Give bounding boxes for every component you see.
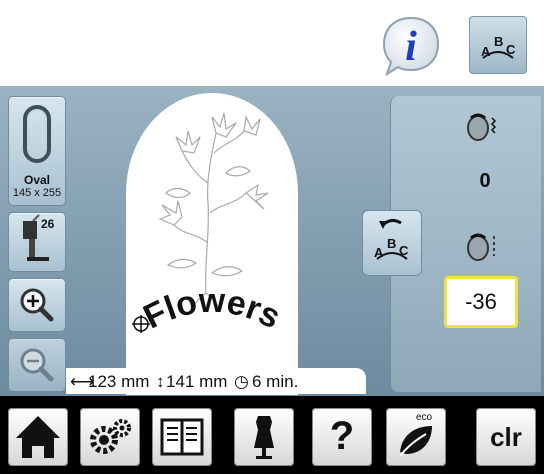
settings-button[interactable] <box>80 408 140 466</box>
oval-hoop-icon <box>23 105 51 163</box>
zoom-out-icon <box>20 348 54 382</box>
svg-text:C: C <box>399 243 409 258</box>
arc-flip-icon: A B C <box>374 218 409 260</box>
zoom-in-button[interactable] <box>8 278 66 332</box>
creative-consultant-button[interactable] <box>234 408 294 466</box>
stitch-time: 6 min. <box>252 372 299 391</box>
help-icon: ? <box>329 414 355 458</box>
arc-radius-icon <box>467 233 495 261</box>
letter-spacing-value: 0 <box>479 170 491 192</box>
flower-design[interactable]: Flowers <box>126 93 298 395</box>
crosshair-icon <box>132 315 150 333</box>
arc-value-field[interactable]: -36 <box>444 276 518 328</box>
height-icon: ↕ <box>156 372 165 391</box>
eco-label: eco <box>416 412 433 423</box>
hoop-name: Oval <box>23 173 50 187</box>
design-text: Flowers <box>138 282 287 336</box>
zoom-in-icon <box>20 288 54 322</box>
svg-text:B: B <box>494 34 503 49</box>
info-button[interactable]: i <box>381 14 441 78</box>
text-arc-button[interactable]: A B C <box>469 16 527 74</box>
svg-text:C: C <box>506 42 516 57</box>
mirror-arc-button[interactable]: A B C <box>362 210 422 276</box>
svg-text:B: B <box>387 236 396 251</box>
hoop-size: 145 x 255 <box>12 187 62 199</box>
clock-icon: ◷ <box>234 372 249 391</box>
gear-icon <box>90 419 131 454</box>
svg-text:i: i <box>405 24 417 70</box>
presser-foot-button[interactable]: 26 <box>8 212 66 272</box>
tutorial-button[interactable] <box>152 408 212 466</box>
eco-button[interactable]: eco <box>386 408 446 466</box>
svg-text:A: A <box>481 44 491 59</box>
clear-label: clr <box>490 422 522 452</box>
hoop-select-button[interactable]: Oval 145 x 255 <box>8 96 66 206</box>
home-button[interactable] <box>8 408 68 466</box>
design-width: 123 mm <box>88 372 150 391</box>
svg-text:A: A <box>374 245 384 260</box>
book-icon <box>160 418 204 456</box>
presser-foot-icon <box>23 214 49 261</box>
hoop-preview: Flowers <box>126 93 298 395</box>
home-icon <box>16 416 60 458</box>
design-info-bar: ⟷ 123 mm ↕ 141 mm ◷ 6 min. <box>66 368 366 394</box>
clear-button[interactable]: clr <box>476 408 536 466</box>
help-button[interactable]: ? <box>312 408 372 466</box>
spacing-wide-icon <box>467 113 497 141</box>
zoom-out-button[interactable] <box>8 338 66 392</box>
top-toolbar <box>0 0 544 86</box>
info-icon: i <box>382 16 440 77</box>
presser-foot-number: 26 <box>41 217 55 231</box>
arc-text-icon: A B C <box>481 34 516 59</box>
design-height: 141 mm <box>166 372 228 391</box>
dress-form-icon <box>254 416 274 459</box>
